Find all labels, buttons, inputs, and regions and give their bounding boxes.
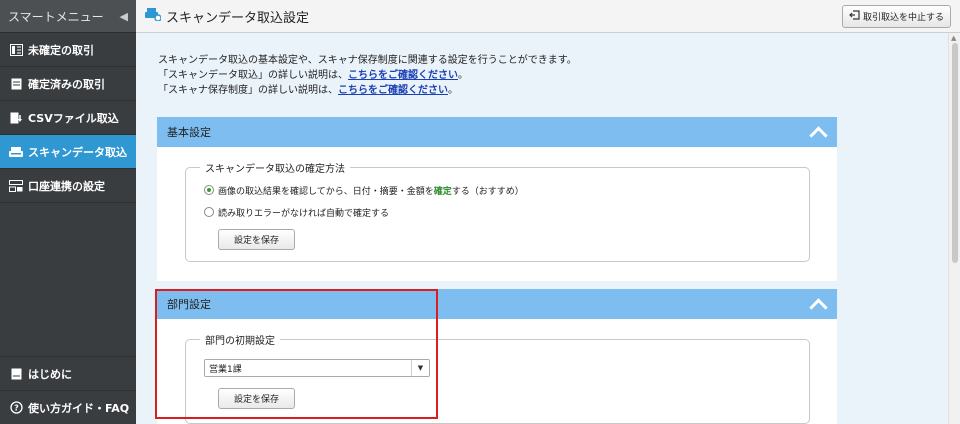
department-settings-header[interactable]: 部門設定: [157, 289, 837, 319]
department-settings-title: 部門設定: [167, 298, 211, 311]
save-department-settings-button[interactable]: 設定を保存: [218, 388, 295, 409]
exit-icon: [849, 10, 860, 23]
sidebar-item-label: はじめに: [28, 367, 72, 381]
collapse-sidebar-button[interactable]: ◀: [120, 10, 128, 23]
sidebar-item-unconfirmed[interactable]: 未確定の取引: [0, 33, 136, 67]
sidebar-item-label: 未確定の取引: [28, 43, 94, 57]
confirm-method-fieldset: スキャンデータ取込の確定方法 画像の取込結果を確認してから、日付・摘要・金額を確…: [185, 160, 810, 262]
scan-import-help-link[interactable]: こちらをご確認ください: [348, 70, 458, 81]
intro-icon: [9, 367, 23, 381]
intro-line-3-suffix: 。: [448, 85, 458, 96]
sidebar-item-account-link[interactable]: 口座連携の設定: [0, 169, 136, 203]
main-content: スキャンデータ取込の基本設定や、スキャナ保存制度に関連する設定を行うことができま…: [136, 33, 948, 424]
page-title: スキャンデータ取込設定: [145, 7, 309, 26]
confirm-method-legend: スキャンデータ取込の確定方法: [200, 160, 350, 175]
intro-line-2-text: 「スキャンデータ取込」の詳しい説明は、: [158, 70, 348, 81]
radio-confirm-manually[interactable]: 画像の取込結果を確認してから、日付・摘要・金額を確定する（おすすめ）: [204, 182, 809, 198]
basic-settings-title: 基本設定: [167, 126, 211, 139]
collapse-chevron-icon[interactable]: [809, 127, 827, 137]
radio-button[interactable]: [204, 207, 214, 217]
sidebar-item-label: 口座連携の設定: [28, 179, 105, 193]
sidebar-item-label: 使い方ガイド・FAQ: [28, 401, 130, 415]
csv-import-icon: [9, 111, 23, 125]
unconfirmed-transactions-icon: [9, 43, 23, 57]
option1-suffix: する（おすすめ）: [451, 186, 524, 197]
basic-settings-section: 基本設定 スキャンデータ取込の確定方法 画像の取込結果を確認してから、日付・摘要…: [157, 117, 837, 281]
sidebar-item-scan[interactable]: スキャンデータ取込: [0, 135, 136, 169]
chevron-down-icon[interactable]: ▼: [411, 360, 429, 376]
scanner-icon: [9, 145, 23, 159]
intro-line-3-text: 「スキャナ保存制度」の詳しい説明は、: [158, 85, 338, 96]
intro-line-2-suffix: 。: [458, 70, 468, 81]
sidebar-item-help[interactable]: ? 使い方ガイド・FAQ: [0, 390, 136, 424]
department-default-fieldset: 部門の初期設定 営業1課 ▼ 設定を保存: [185, 332, 810, 424]
sidebar-item-label: CSVファイル取込: [28, 111, 119, 125]
header-bar: スキャンデータ取込設定 取引取込を中止する: [136, 0, 960, 33]
scanner-settings-icon: [145, 7, 162, 25]
option1-highlight: 確定: [433, 186, 452, 197]
radio-confirm-auto[interactable]: 読み取りエラーがなければ自動で確定する: [204, 204, 809, 220]
intro-line-2: 「スキャンデータ取込」の詳しい説明は、こちらをご確認ください。: [158, 68, 577, 83]
radio-button-checked[interactable]: [204, 185, 214, 195]
sidebar-item-csv[interactable]: CSVファイル取込: [0, 101, 136, 135]
account-link-icon: [9, 179, 23, 193]
department-select-value: 営業1課: [209, 364, 242, 375]
sidebar-item-label: 確定済みの取引: [28, 77, 105, 91]
intro-line-3: 「スキャナ保存制度」の詳しい説明は、こちらをご確認ください。: [158, 83, 577, 98]
sidebar-item-confirmed[interactable]: 確定済みの取引: [0, 67, 136, 101]
sidebar-item-intro[interactable]: はじめに: [0, 356, 136, 390]
collapse-chevron-icon[interactable]: [809, 299, 827, 309]
intro-line-1: スキャンデータ取込の基本設定や、スキャナ保存制度に関連する設定を行うことができま…: [158, 55, 577, 66]
save-basic-settings-button[interactable]: 設定を保存: [218, 229, 295, 250]
cancel-import-label: 取引取込を中止する: [862, 13, 944, 23]
page-title-text: スキャンデータ取込設定: [166, 10, 310, 26]
department-settings-section: 部門設定 部門の初期設定 営業1課 ▼ 設定を保存: [157, 289, 837, 424]
basic-settings-header[interactable]: 基本設定: [157, 117, 837, 147]
department-select[interactable]: 営業1課 ▼: [204, 359, 430, 377]
vertical-scrollbar[interactable]: ▲: [948, 33, 960, 424]
scrollbar-thumb[interactable]: [952, 43, 958, 263]
radio-label: 画像の取込結果を確認してから、日付・摘要・金額を確定する（おすすめ）: [218, 184, 524, 197]
sidebar: スマートメニュー ◀ 未確定の取引 確定済みの取引 CSVファイル取込 スキャン…: [0, 0, 136, 424]
sidebar-header: スマートメニュー ◀: [0, 0, 136, 33]
confirmed-transactions-icon: [9, 77, 23, 91]
sidebar-title: スマートメニュー: [8, 9, 104, 24]
radio-label: 読み取りエラーがなければ自動で確定する: [218, 208, 390, 219]
sidebar-bottom: はじめに ? 使い方ガイド・FAQ: [0, 356, 136, 424]
department-default-legend: 部門の初期設定: [200, 332, 280, 347]
scroll-up-icon[interactable]: ▲: [951, 34, 956, 42]
scanner-storage-help-link[interactable]: こちらをご確認ください: [338, 85, 448, 96]
sidebar-item-label: スキャンデータ取込: [28, 145, 127, 159]
help-icon: ?: [9, 401, 23, 415]
option1-text: 画像の取込結果を確認してから、日付・摘要・金額を: [218, 186, 434, 197]
intro-text: スキャンデータ取込の基本設定や、スキャナ保存制度に関連する設定を行うことができま…: [158, 53, 577, 98]
svg-text:?: ?: [14, 404, 19, 413]
cancel-import-button[interactable]: 取引取込を中止する: [841, 5, 951, 28]
